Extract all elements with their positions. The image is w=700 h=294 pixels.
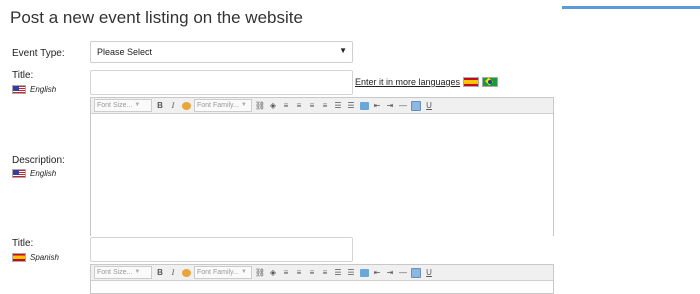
indent-icon[interactable]: ⇥ (385, 268, 395, 278)
font-size-select-label: Font Size... (97, 269, 133, 276)
outdent-icon[interactable]: ⇤ (372, 101, 382, 111)
description-en-language: English (12, 169, 56, 178)
font-family-select[interactable]: Font Family... ▼ (194, 99, 252, 112)
title-es-language: Spanish (12, 253, 59, 262)
description-en-editor: Font Size... ▼ B I Font Family... ▼ ⛓ ◈ ≡ … (90, 97, 554, 236)
outdent-icon[interactable]: ⇤ (372, 268, 382, 278)
text-color-icon[interactable] (181, 101, 191, 111)
title-en-label: Title: (12, 70, 34, 81)
spain-flag-icon (12, 253, 26, 262)
font-family-select-label: Font Family... (197, 102, 239, 109)
usa-flag-icon (12, 85, 26, 94)
text-color-icon[interactable] (181, 268, 191, 278)
italic-button[interactable]: I (168, 268, 178, 278)
description-en-text-area[interactable] (91, 114, 553, 236)
code-icon[interactable]: ◈ (268, 268, 278, 278)
media-icon[interactable] (411, 100, 421, 111)
more-languages-link[interactable]: Enter it in more languages (355, 77, 460, 87)
horizontal-rule-icon[interactable]: — (398, 268, 408, 278)
underline-button[interactable]: U (424, 101, 434, 111)
chevron-down-icon: ▼ (134, 102, 141, 108)
horizontal-rule-icon[interactable]: — (398, 101, 408, 111)
title-en-input[interactable] (90, 70, 353, 95)
event-type-label: Event Type: (12, 48, 65, 59)
editor-toolbar: Font Size... ▼ B I Font Family... ▼ ⛓ ◈ ≡ … (91, 98, 553, 114)
bullet-list-icon[interactable]: ☰ (346, 101, 356, 111)
chevron-down-icon: ▼ (240, 269, 247, 275)
description-en-language-name: English (30, 169, 57, 178)
title-es-input[interactable] (90, 237, 353, 262)
editor-toolbar: Font Size... ▼ B I Font Family... ▼ ⛓ ◈ ≡ … (91, 265, 553, 281)
description-en-label: Description: (12, 155, 65, 166)
indent-icon[interactable]: ⇥ (385, 101, 395, 111)
usa-flag-icon (12, 169, 26, 178)
align-center-icon[interactable]: ≡ (294, 101, 304, 111)
align-right-icon[interactable]: ≡ (307, 101, 317, 111)
top-accent-bar (562, 6, 700, 9)
underline-button[interactable]: U (424, 268, 434, 278)
event-type-selected-value: Please Select (97, 47, 153, 57)
description-es-editor: Font Size... ▼ B I Font Family... ▼ ⛓ ◈ ≡ … (90, 264, 554, 294)
image-icon[interactable] (359, 268, 369, 278)
brazil-flag-icon[interactable] (482, 77, 499, 87)
link-icon[interactable]: ⛓ (255, 268, 265, 278)
page-title: Post a new event listing on the website (10, 8, 303, 27)
ordered-list-icon[interactable]: ☰ (333, 101, 343, 111)
link-icon[interactable]: ⛓ (255, 101, 265, 111)
align-justify-icon[interactable]: ≡ (320, 101, 330, 111)
italic-button[interactable]: I (168, 101, 178, 111)
code-icon[interactable]: ◈ (268, 101, 278, 111)
font-family-select[interactable]: Font Family... ▼ (194, 266, 252, 279)
align-left-icon[interactable]: ≡ (281, 268, 291, 278)
font-size-select[interactable]: Font Size... ▼ (94, 99, 152, 112)
title-es-label: Title: (12, 238, 34, 249)
chevron-down-icon: ▼ (134, 269, 141, 275)
title-es-language-name: Spanish (30, 253, 59, 262)
font-size-select-label: Font Size... (97, 102, 133, 109)
align-justify-icon[interactable]: ≡ (320, 268, 330, 278)
bullet-list-icon[interactable]: ☰ (346, 268, 356, 278)
chevron-down-icon: ▼ (240, 102, 247, 108)
more-languages: Enter it in more languages (355, 77, 499, 87)
align-right-icon[interactable]: ≡ (307, 268, 317, 278)
media-icon[interactable] (411, 267, 421, 278)
title-en-language-name: English (30, 85, 57, 94)
spain-flag-icon[interactable] (463, 77, 480, 87)
event-type-select[interactable]: Please Select ▼ (90, 41, 353, 63)
bold-button[interactable]: B (155, 101, 165, 111)
image-icon[interactable] (359, 101, 369, 111)
dropdown-arrow-icon: ▼ (339, 46, 347, 55)
align-left-icon[interactable]: ≡ (281, 101, 291, 111)
font-family-select-label: Font Family... (197, 269, 239, 276)
ordered-list-icon[interactable]: ☰ (333, 268, 343, 278)
align-center-icon[interactable]: ≡ (294, 268, 304, 278)
title-en-language: English (12, 85, 56, 94)
font-size-select[interactable]: Font Size... ▼ (94, 266, 152, 279)
bold-button[interactable]: B (155, 268, 165, 278)
